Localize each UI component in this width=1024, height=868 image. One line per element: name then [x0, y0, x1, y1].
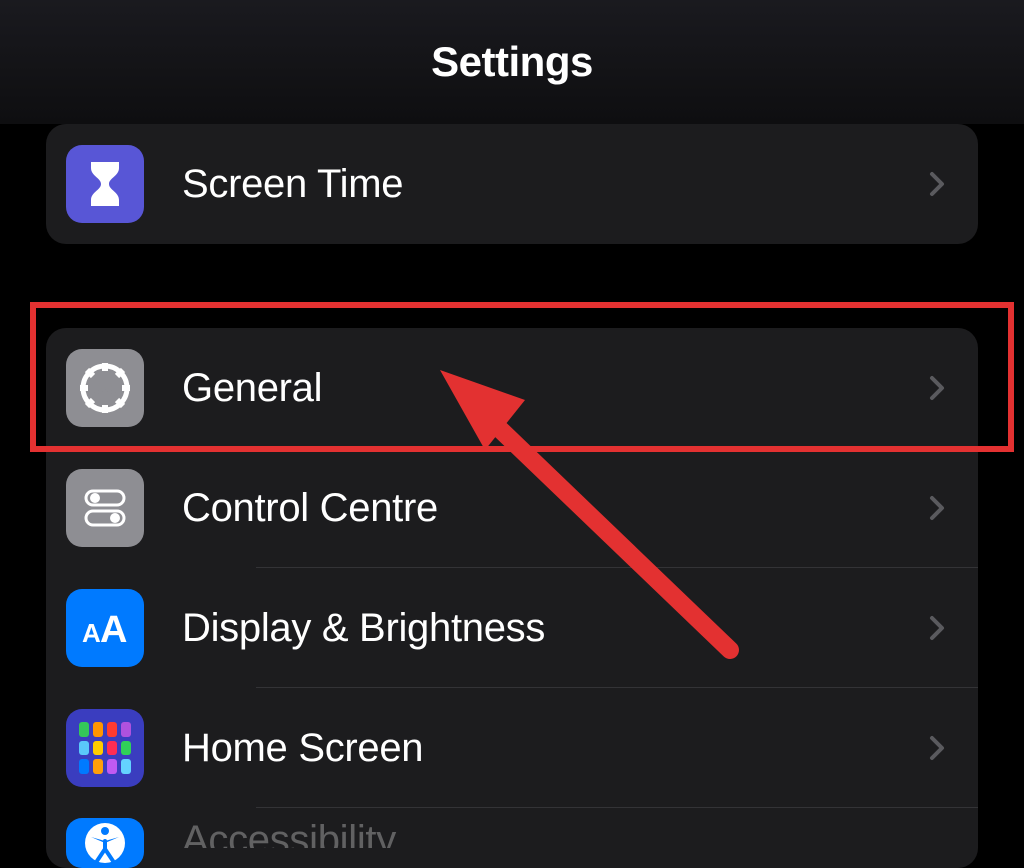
- row-control-centre[interactable]: Control Centre: [46, 448, 978, 568]
- chevron-right-icon: [924, 375, 950, 401]
- row-label: Screen Time: [182, 162, 924, 207]
- row-general[interactable]: General: [46, 328, 978, 448]
- row-label: Home Screen: [182, 726, 924, 771]
- row-display-brightness[interactable]: A A Display & Brightness: [46, 568, 978, 688]
- row-home-screen[interactable]: Home Screen: [46, 688, 978, 808]
- settings-group-2: General Control Centre: [46, 328, 978, 868]
- row-accessibility[interactable]: Accessibility: [46, 808, 978, 868]
- text-size-icon: A A: [66, 589, 144, 667]
- chevron-right-icon: [924, 495, 950, 521]
- settings-content: Screen Time: [0, 124, 1024, 868]
- chevron-right-icon: [924, 735, 950, 761]
- chevron-right-icon: [924, 171, 950, 197]
- accessibility-icon: [66, 818, 144, 868]
- chevron-right-icon: [924, 615, 950, 641]
- settings-group-1: Screen Time: [46, 124, 978, 244]
- hourglass-icon: [66, 145, 144, 223]
- settings-header: Settings: [0, 0, 1024, 124]
- svg-text:A: A: [82, 618, 101, 648]
- row-screen-time[interactable]: Screen Time: [46, 124, 978, 244]
- row-label: General: [182, 366, 924, 411]
- page-title: Settings: [431, 38, 593, 86]
- svg-text:A: A: [100, 609, 127, 651]
- row-label: Display & Brightness: [182, 606, 924, 651]
- gear-icon: [66, 349, 144, 427]
- toggles-icon: [66, 469, 144, 547]
- app-grid-icon: [66, 709, 144, 787]
- row-label: Control Centre: [182, 486, 924, 531]
- row-label: Accessibility: [182, 818, 924, 848]
